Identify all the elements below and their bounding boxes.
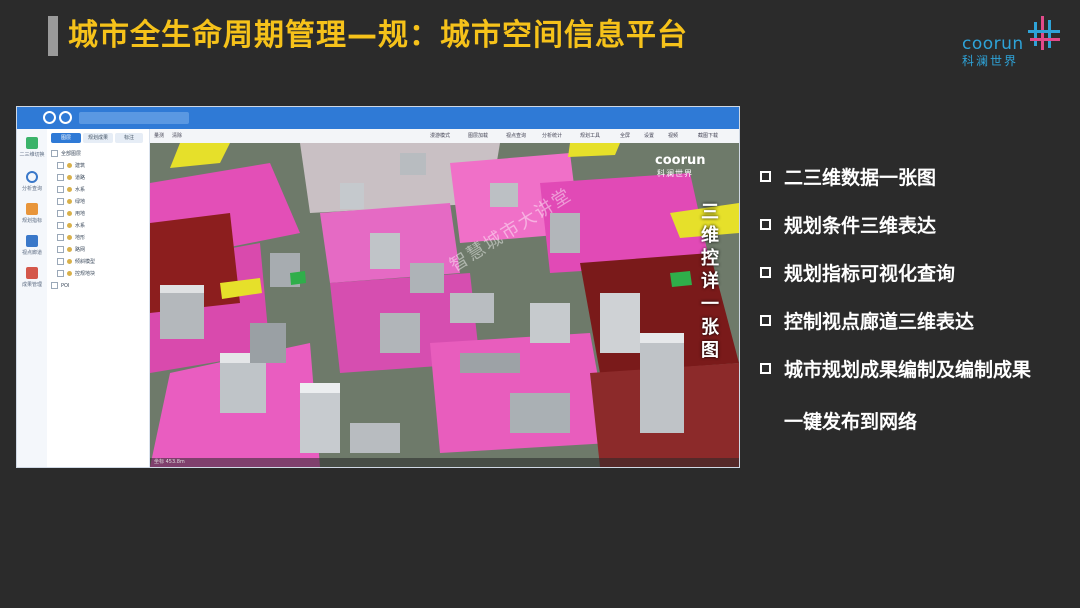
viewer-logo-wordmark: coorun [655, 153, 706, 168]
list-item: 二三维数据一张图 [760, 164, 1070, 192]
layer-row[interactable]: 倾斜模型 [57, 257, 95, 267]
toolbar-roam[interactable]: 漫游模式 [430, 132, 450, 139]
nav-item-viewpoint[interactable]: 视点廊道 [19, 233, 45, 261]
logo-subtitle: 科澜世界 [962, 54, 1019, 68]
layer-panel: 图层 规划成果 标注 全部图层 建筑 道路 水系 绿地 用地 水系 地形 路网 … [47, 129, 150, 467]
app-search-field[interactable] [79, 112, 189, 124]
app-home-icon[interactable] [43, 111, 56, 124]
toolbar-settings[interactable]: 设置 [644, 132, 654, 139]
toolbar-video[interactable]: 视频 [668, 132, 678, 139]
layer-tabs: 图层 规划成果 标注 [47, 133, 149, 145]
toolbar-layer-load[interactable]: 图层加载 [468, 132, 488, 139]
feature-list: 二三维数据一张图 规划条件三维表达 规划指标可视化查询 控制视点廊道三维表达 城… [760, 164, 1070, 404]
title-accent-bar [48, 16, 58, 56]
coorun-logo-icon [1028, 16, 1060, 50]
app-globe-icon[interactable] [59, 111, 72, 124]
layer-row[interactable]: 用地 [57, 209, 85, 219]
toolbar-planning-tools[interactable]: 规划工具 [580, 132, 600, 139]
checkbox-bullet-icon [760, 219, 771, 230]
checkbox-bullet-icon [760, 267, 771, 278]
layer-row[interactable]: 控规地块 [57, 269, 95, 279]
nav-item-indicators[interactable]: 规划指标 [19, 201, 45, 229]
layers-icon [26, 137, 38, 149]
viewer-status-bar: 坐标 453.8m [150, 458, 739, 467]
platform-screenshot: 二三维切换 分析查询 规划指标 视点廊道 成果管理 图层 规划成果 标注 全部图… [16, 106, 740, 468]
tab-plans[interactable]: 规划成果 [83, 133, 113, 143]
folder-icon [26, 267, 38, 279]
toolbar-analysis[interactable]: 分析统计 [542, 132, 562, 139]
list-item: 控制视点廊道三维表达 [760, 308, 1070, 336]
vertical-label: 三 维 控 详 一 张 图 [701, 202, 719, 361]
viewer-logo: coorun 科澜世界 [655, 151, 735, 181]
toolbar-measure[interactable]: 量测 [154, 132, 164, 139]
layer-row[interactable]: 路网 [57, 245, 85, 255]
viewer-logo-subtitle: 科澜世界 [657, 169, 693, 178]
toolbar-screenshot[interactable]: 截图下载 [698, 132, 718, 139]
slide-title: 城市全生命周期管理—规：城市空间信息平台 [68, 18, 688, 53]
layer-row[interactable]: 水系 [57, 221, 85, 231]
viewpoint-icon [26, 235, 38, 247]
layer-row[interactable]: 道路 [57, 173, 85, 183]
toolbar-clear[interactable]: 清除 [172, 132, 182, 139]
3d-scene-viewer[interactable]: 量测 清除 漫游模式 图层加载 视点查询 分析统计 规划工具 全屏 设置 视频 … [150, 129, 739, 467]
tab-labels[interactable]: 标注 [115, 133, 143, 143]
layer-row[interactable]: 地形 [57, 233, 85, 243]
search-icon [26, 171, 38, 183]
layer-row[interactable]: 水系 [57, 185, 85, 195]
logo-wordmark: coorun [962, 34, 1024, 54]
layer-row[interactable]: 建筑 [57, 161, 85, 171]
checkbox-bullet-icon [760, 363, 771, 374]
list-item-continuation: 一键发布到网络 [784, 411, 918, 433]
list-item: 规划条件三维表达 [760, 212, 1070, 240]
nav-item-2d3d[interactable]: 二三维切换 [19, 135, 45, 163]
layer-row[interactable]: POI [51, 281, 69, 291]
list-item: 规划指标可视化查询 [760, 260, 1070, 288]
toolbar-fullscreen[interactable]: 全屏 [620, 132, 630, 139]
viewer-toolbar: 量测 清除 漫游模式 图层加载 视点查询 分析统计 规划工具 全屏 设置 视频 … [150, 129, 739, 144]
layer-row[interactable]: 全部图层 [51, 149, 81, 159]
checkbox-bullet-icon [760, 171, 771, 182]
checkbox-bullet-icon [760, 315, 771, 326]
toolbar-viewpoint[interactable]: 视点查询 [506, 132, 526, 139]
coorun-logo: coorun 科澜世界 [960, 12, 1070, 68]
tab-layers[interactable]: 图层 [51, 133, 81, 143]
app-side-nav: 二三维切换 分析查询 规划指标 视点廊道 成果管理 [17, 129, 48, 467]
list-item: 城市规划成果编制及编制成果 [760, 356, 1070, 384]
app-header [17, 107, 739, 129]
list-icon [26, 203, 38, 215]
city-3d-scene [150, 143, 739, 467]
nav-item-query[interactable]: 分析查询 [19, 169, 45, 197]
nav-item-results[interactable]: 成果管理 [19, 265, 45, 293]
layer-row[interactable]: 绿地 [57, 197, 85, 207]
